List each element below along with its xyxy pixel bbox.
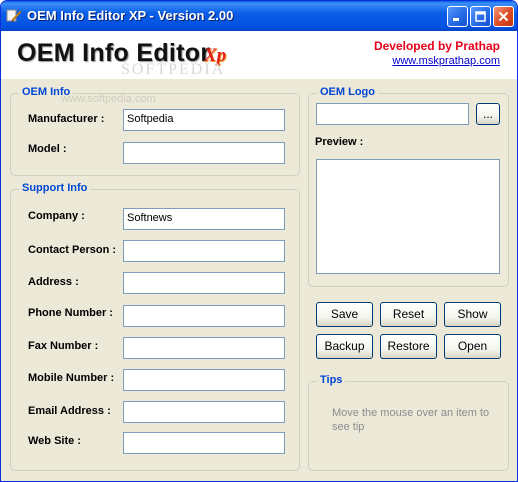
contact-person-input[interactable] xyxy=(123,240,285,262)
header-banner: OEM Info Editor Xp SOFTPEDIA Developed b… xyxy=(1,31,517,79)
phone-number-input[interactable] xyxy=(123,305,285,327)
mobile-number-input[interactable] xyxy=(123,369,285,391)
developer-credit: Developed by Prathap xyxy=(373,39,500,53)
phone-number-label: Phone Number : xyxy=(28,307,113,319)
app-icon xyxy=(6,9,22,22)
minimize-button[interactable] xyxy=(447,6,468,27)
maximize-button[interactable] xyxy=(470,6,491,27)
address-input[interactable] xyxy=(123,272,285,294)
oem-logo-title: OEM Logo xyxy=(317,86,378,98)
support-info-title: Support Info xyxy=(19,182,91,194)
fax-number-input[interactable] xyxy=(123,337,285,359)
manufacturer-label: Manufacturer : xyxy=(28,113,105,125)
company-label: Company : xyxy=(28,210,85,222)
logo-path-input[interactable] xyxy=(316,103,469,125)
close-button[interactable] xyxy=(493,6,514,27)
address-label: Address : xyxy=(28,276,79,288)
save-button[interactable]: Save xyxy=(316,302,373,327)
developer-link[interactable]: www.mskprathap.com xyxy=(392,55,500,67)
mobile-number-label: Mobile Number : xyxy=(28,372,115,384)
tip-text: Move the mouse over an item to see tip xyxy=(332,407,490,433)
preview-label: Preview : xyxy=(315,136,364,148)
web-site-label: Web Site : xyxy=(28,435,81,447)
restore-button[interactable]: Restore xyxy=(380,334,437,359)
model-label: Model : xyxy=(28,143,67,155)
backup-button[interactable]: Backup xyxy=(316,334,373,359)
close-icon xyxy=(498,11,509,22)
tips-title: Tips xyxy=(317,374,346,386)
contact-person-label: Contact Person : xyxy=(28,244,117,256)
company-input[interactable]: Softnews xyxy=(123,208,285,230)
watermark-url: www.softpedia.com xyxy=(61,93,156,105)
email-address-input[interactable] xyxy=(123,401,285,423)
model-input[interactable] xyxy=(123,142,285,164)
open-button[interactable]: Open xyxy=(444,334,501,359)
browse-button[interactable]: ... xyxy=(476,103,500,125)
minimize-icon xyxy=(453,18,459,21)
app-window: OEM Info Editor XP - Version 2.00 OEM In… xyxy=(0,0,518,482)
reset-button[interactable]: Reset xyxy=(380,302,437,327)
manufacturer-input[interactable]: Softpedia xyxy=(123,109,285,131)
logo-preview xyxy=(316,159,500,274)
maximize-icon xyxy=(475,11,486,22)
fax-number-label: Fax Number : xyxy=(28,340,99,352)
support-info-group: Support Info xyxy=(10,182,300,471)
title-bar[interactable]: OEM Info Editor XP - Version 2.00 xyxy=(1,1,517,31)
window-title: OEM Info Editor XP - Version 2.00 xyxy=(27,8,234,23)
watermark: SOFTPEDIA xyxy=(121,61,226,78)
show-button[interactable]: Show xyxy=(444,302,501,327)
email-address-label: Email Address : xyxy=(28,405,111,417)
web-site-input[interactable] xyxy=(123,432,285,454)
